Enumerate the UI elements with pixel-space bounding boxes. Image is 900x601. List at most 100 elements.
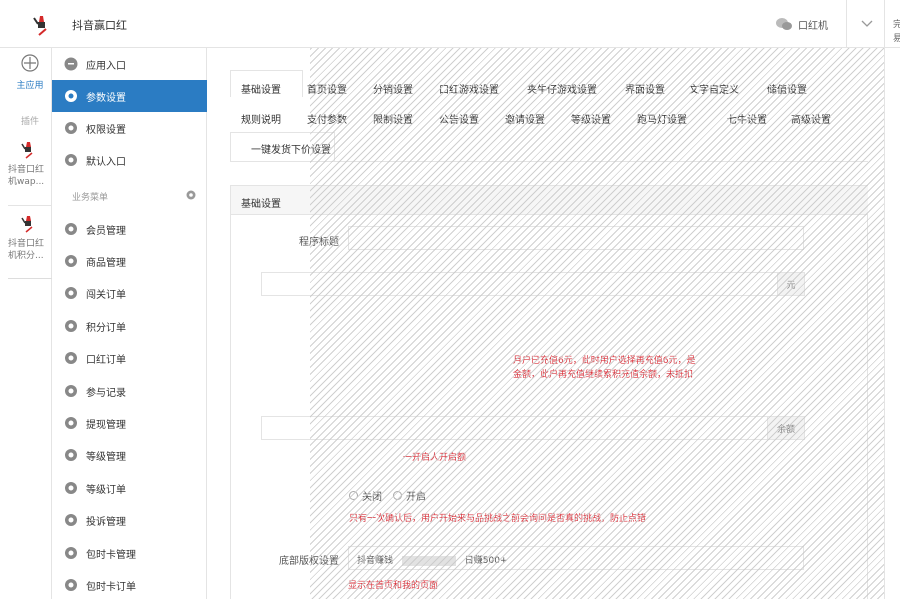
bottom-copyright-help: 显示在首页和我的页面 [348, 581, 439, 591]
tab-advanced[interactable]: 高级设置 [791, 111, 831, 126]
right-divider [884, 0, 885, 599]
menu-item-timecard-orders[interactable]: 包时卡订单 [52, 569, 207, 601]
tab-one-click-shipping[interactable]: 一键发货下价设置 [251, 141, 331, 156]
gear-icon [65, 287, 77, 299]
tab-home[interactable]: 首页设置 [307, 81, 347, 96]
gear-icon [65, 417, 77, 429]
lipstick-logo-icon [33, 16, 47, 36]
app-rail: 主应用 插件 抖音口红 机wap... 抖音口红 机积分... [0, 48, 52, 599]
tab-rules[interactable]: 规则说明 [241, 111, 281, 126]
lipstick-app-icon [21, 142, 33, 159]
bottom-copyright-label: 底部版权设置 [279, 556, 339, 567]
gear-icon [65, 385, 77, 397]
menu-item-timecard[interactable]: 包时卡管理 [52, 537, 207, 569]
program-title-input[interactable] [348, 226, 804, 250]
gear-icon [65, 255, 77, 267]
menu-item-points-orders[interactable]: 积分订单 [52, 310, 207, 342]
gear-icon [65, 223, 77, 235]
rail-home[interactable]: 主应用 [8, 54, 52, 91]
tab-limits[interactable]: 限制设置 [373, 111, 413, 126]
radio-circle-icon [393, 491, 402, 500]
tab-stored-value[interactable]: 储值设置 [767, 81, 807, 96]
tab-level[interactable]: 等级设置 [571, 111, 611, 126]
balance-input[interactable] [261, 416, 768, 440]
settings-panel: 基础设置 程序标题 元 月户已充值6元，此时用户选择再充值6元，是 金额，此户再… [230, 185, 868, 599]
tab-marquee[interactable]: 跑马灯设置 [637, 111, 687, 126]
yuan-addon: 元 [777, 272, 805, 296]
rail-home-label: 主应用 [16, 81, 44, 91]
program-title-label: 程序标题 [299, 237, 339, 248]
recharge-help: 月户已充值6元，此时用户选择再充值6元，是 [513, 356, 696, 366]
rail-app-label: 抖音口红 机wap... [8, 165, 45, 187]
tab-invite[interactable]: 邀请设置 [505, 111, 545, 126]
tab-notice[interactable]: 公告设置 [439, 111, 479, 126]
wechat-label: 口红机 [798, 21, 828, 32]
grid-icon [21, 54, 39, 72]
gear-icon [65, 154, 77, 166]
sidebar-menu: 应用入口 参数设置 权限设置 默认入口 业务菜单 会员管理 商品管理 闯关订单 … [52, 48, 207, 599]
gear-icon [65, 482, 77, 494]
chevron-down-icon[interactable] [861, 20, 873, 28]
tab-underline [230, 161, 868, 162]
menu-item-default-entry[interactable]: 默认入口 [52, 144, 207, 176]
gear-icon [65, 122, 77, 134]
chat-icon [64, 57, 78, 71]
tab-claw-game[interactable]: 夹牛仔游戏设置 [527, 81, 597, 96]
wechat-icon [776, 18, 792, 30]
menu-item-params[interactable]: 参数设置 [52, 80, 207, 112]
panel-title: 基础设置 [231, 186, 868, 215]
gear-icon [65, 579, 77, 591]
radio-open[interactable]: 开启 [393, 488, 426, 503]
menu-item-level-orders-2[interactable]: 等级订单 [52, 472, 207, 504]
confirm-help: 只有一次确认后，用户开始来与品挑战之前会询问是否真的挑战，防止点错 [349, 514, 647, 524]
wechat-account[interactable]: 口红机 [776, 17, 828, 32]
gear-icon [65, 90, 77, 102]
rail-app-label: 抖音口红 机积分... [8, 239, 45, 261]
main-content: 基础设置 首页设置 分销设置 口红游戏设置 夹牛仔游戏设置 界面设置 文字自定义… [207, 48, 884, 599]
top-bar: 抖音赢口红 口红机 [0, 0, 900, 48]
gear-icon [65, 320, 77, 332]
menu-item-withdrawals[interactable]: 提现管理 [52, 407, 207, 439]
amount-input[interactable] [261, 272, 778, 296]
gear-icon [65, 449, 77, 461]
topbar-divider [846, 0, 847, 48]
tab-lipstick-game[interactable]: 口红游戏设置 [439, 81, 499, 96]
menu-item-permissions[interactable]: 权限设置 [52, 112, 207, 144]
rail-app-2[interactable]: 抖音口红 机积分... [8, 214, 52, 262]
menu-item-members[interactable]: 会员管理 [52, 213, 207, 245]
balance-addon: 余额 [767, 416, 805, 440]
menu-item-products[interactable]: 商品管理 [52, 245, 207, 277]
menu-item-app-entry[interactable]: 应用入口 [52, 48, 207, 80]
tab-distribution[interactable]: 分销设置 [373, 81, 413, 96]
tab-payment[interactable]: 支付参数 [307, 111, 347, 126]
rail-app-1[interactable]: 抖音口红 机wap... [8, 140, 52, 188]
radio-close[interactable]: 关闭 [349, 488, 382, 503]
right-panel-fragment: 完 易 [893, 20, 900, 44]
menu-item-lipstick-orders[interactable]: 口红订单 [52, 342, 207, 374]
tab-qiniu[interactable]: 七牛设置 [727, 111, 767, 126]
rail-bottom-divider [8, 278, 52, 279]
menu-item-complaints[interactable]: 投诉管理 [52, 504, 207, 536]
recharge-help-2: 金额，此户再充值继续累积充值余额，未抵扣 [513, 370, 694, 380]
rail-divider [8, 205, 52, 206]
gear-icon[interactable] [186, 190, 196, 200]
menu-item-levels[interactable]: 等级管理 [52, 439, 207, 471]
gear-icon [65, 352, 77, 364]
menu-item-level-orders[interactable]: 闯关订单 [52, 277, 207, 309]
bottom-copyright-input[interactable]: 抖音赚钱 日赚500+ [348, 546, 804, 570]
tab-basic[interactable]: 基础设置 [241, 81, 281, 96]
rail-group-label: 插件 [20, 117, 39, 127]
menu-section-title: 业务菜单 [72, 193, 109, 203]
gear-icon [65, 547, 77, 559]
bottom-copyright-value: 抖音赚钱 [357, 556, 394, 566]
lipstick-app-icon [21, 216, 33, 233]
radio-circle-icon [349, 491, 358, 500]
balance-help: 一开启人开启额 [403, 453, 467, 463]
menu-item-records[interactable]: 参与记录 [52, 375, 207, 407]
bottom-copyright-suffix: 日赚500+ [464, 556, 508, 566]
tab-interface[interactable]: 界面设置 [625, 81, 665, 96]
gear-icon [65, 514, 77, 526]
tab-custom-text[interactable]: 文字自定义 [689, 81, 739, 96]
redacted-block [401, 555, 456, 566]
app-title: 抖音赢口红 [72, 19, 127, 32]
